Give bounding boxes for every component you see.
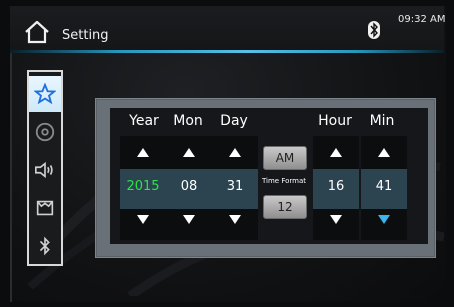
hour-value: 16: [327, 179, 345, 194]
minute-header: Min: [369, 113, 395, 129]
hour-header: Hour: [318, 113, 352, 129]
day-down-arrow-icon[interactable]: [229, 215, 241, 224]
month-spinner: 08: [166, 136, 212, 240]
year-spinner: 2015: [120, 136, 166, 240]
time-format-button[interactable]: 12: [263, 195, 307, 219]
sidebar-item-vehicle[interactable]: [29, 190, 61, 226]
clock-time: 09:32 AM: [398, 14, 446, 25]
sidebar: [27, 70, 63, 266]
page-title: Setting: [62, 28, 109, 43]
am-pm-button[interactable]: AM: [263, 146, 307, 170]
volume-icon: [35, 161, 53, 179]
month-header: Mon: [173, 113, 203, 129]
sidebar-item-bluetooth[interactable]: [29, 228, 61, 264]
hour-up-arrow-icon[interactable]: [330, 148, 342, 157]
hour-spinner: 16: [313, 136, 359, 240]
sidebar-item-favorites[interactable]: [29, 76, 61, 112]
day-header: Day: [220, 113, 248, 129]
time-format-label: Time Format: [261, 177, 307, 185]
year-value: 2015: [126, 179, 160, 194]
car-icon: [36, 200, 54, 216]
minute-down-arrow-icon[interactable]: [378, 215, 390, 224]
bluetooth-icon: [39, 236, 50, 256]
minute-spinner: 41: [361, 136, 407, 240]
day-spinner: 31: [212, 136, 258, 240]
month-value: 08: [180, 179, 198, 194]
year-down-arrow-icon[interactable]: [137, 215, 149, 224]
minute-value: 41: [375, 179, 393, 194]
home-icon[interactable]: [24, 20, 50, 44]
bluetooth-status-icon: [368, 21, 380, 39]
sidebar-item-media[interactable]: [29, 114, 61, 150]
sidebar-item-audio[interactable]: [29, 152, 61, 188]
disc-icon: [35, 122, 55, 142]
star-icon: [34, 83, 56, 105]
month-up-arrow-icon[interactable]: [183, 148, 195, 157]
year-header: Year: [129, 113, 159, 129]
minute-up-arrow-icon[interactable]: [378, 148, 390, 157]
hour-down-arrow-icon[interactable]: [330, 215, 342, 224]
day-up-arrow-icon[interactable]: [229, 148, 241, 157]
accent-divider: [10, 50, 444, 53]
year-up-arrow-icon[interactable]: [137, 148, 149, 157]
day-value: 31: [226, 179, 244, 194]
month-down-arrow-icon[interactable]: [183, 215, 195, 224]
